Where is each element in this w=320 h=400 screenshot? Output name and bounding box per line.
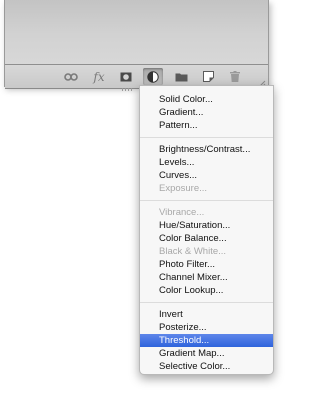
menu-item-gradient[interactable]: Gradient... xyxy=(140,106,273,119)
panel-drag-handle[interactable] xyxy=(122,88,134,91)
menu-item-invert[interactable]: Invert xyxy=(140,308,273,321)
menu-item-curves[interactable]: Curves... xyxy=(140,169,273,182)
trash-icon[interactable] xyxy=(225,68,245,85)
menu-item-levels[interactable]: Levels... xyxy=(140,156,273,169)
menu-item-hue-saturation[interactable]: Hue/Saturation... xyxy=(140,219,273,232)
add-mask-icon[interactable] xyxy=(116,68,136,85)
menu-separator xyxy=(140,302,273,303)
new-group-folder-icon[interactable] xyxy=(171,68,191,85)
menu-item-solid-color[interactable]: Solid Color... xyxy=(140,93,273,106)
fx-label: fx xyxy=(93,69,105,84)
menu-item-photo-filter[interactable]: Photo Filter... xyxy=(140,258,273,271)
menu-item-channel-mixer[interactable]: Channel Mixer... xyxy=(140,271,273,284)
menu-item-pattern[interactable]: Pattern... xyxy=(140,119,273,132)
layers-list-area xyxy=(5,0,268,64)
link-layers-icon[interactable] xyxy=(61,68,81,85)
menu-item-black-white: Black & White... xyxy=(159,246,227,257)
stage: fx Solid Color... Gradient... Pattern...… xyxy=(0,0,288,400)
menu-separator xyxy=(140,200,273,201)
new-layer-icon[interactable] xyxy=(198,68,218,85)
adjustment-layer-icon[interactable] xyxy=(143,68,163,85)
adjustment-layer-menu: Solid Color... Gradient... Pattern... Br… xyxy=(139,85,274,375)
menu-separator xyxy=(140,137,273,138)
menu-item-color-balance[interactable]: Color Balance... xyxy=(140,232,273,245)
menu-item-posterize[interactable]: Posterize... xyxy=(140,321,273,334)
menu-item-threshold[interactable]: Threshold... xyxy=(140,334,273,347)
layers-panel: fx xyxy=(4,0,269,89)
menu-item-color-lookup[interactable]: Color Lookup... xyxy=(140,284,273,297)
menu-item-selective-color[interactable]: Selective Color... xyxy=(140,360,273,373)
fx-effects-icon[interactable]: fx xyxy=(89,68,109,85)
menu-item-exposure: Exposure... xyxy=(159,183,208,194)
menu-item-vibrance: Vibrance... xyxy=(159,207,205,218)
menu-item-gradient-map[interactable]: Gradient Map... xyxy=(140,347,273,360)
menu-item-brightness-contrast[interactable]: Brightness/Contrast... xyxy=(140,143,273,156)
